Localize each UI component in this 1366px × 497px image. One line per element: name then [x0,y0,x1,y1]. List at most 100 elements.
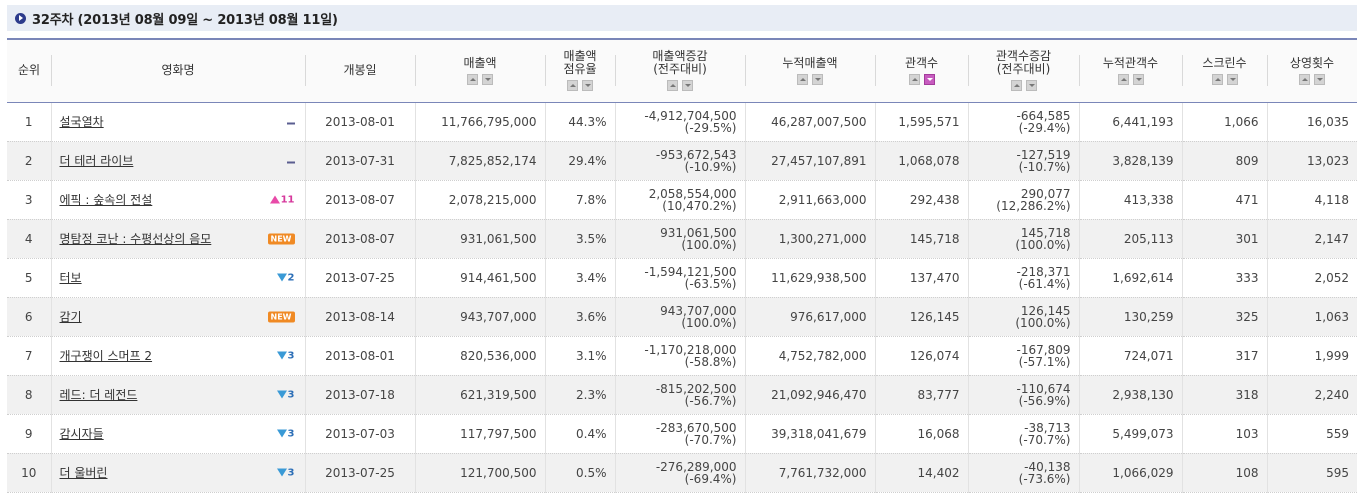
movie-title-link[interactable]: 더 울버린 [60,466,108,480]
cell-screens: 471 [1182,180,1268,220]
table-row: 5 터보 2 2013-07-25 914,461,500 3.4% -1,594,121,… [7,258,1357,298]
cell-shows: 2,052 [1267,258,1357,298]
sort-asc-icon[interactable] [467,73,478,85]
cell-cum-audience: 6,441,193 [1079,102,1183,142]
cell-movie: 레드: 더 레전드 3 [51,375,306,415]
cell-release: 2013-07-03 [305,414,416,454]
cell-audience: 14,402 [875,453,969,493]
new-badge: NEW [267,311,295,322]
cell-sales: 2,078,215,000 [415,180,546,220]
cell-movie: 더 울버린 3 [51,453,306,493]
header-sales-change: 매출액증감 (전주대비) [615,38,745,103]
sort-asc-icon[interactable] [1010,80,1022,92]
cell-share: 0.5% [545,453,616,493]
sort-desc-icon[interactable] [482,73,493,85]
movie-title-link[interactable]: 개구쟁이 스머프 2 [60,349,153,363]
sort-asc-icon[interactable] [667,80,678,92]
rank-change: 3 [276,428,295,439]
cell-audience: 1,068,078 [875,141,969,181]
sort-asc-icon[interactable] [1299,73,1310,85]
sort-desc-icon[interactable] [1314,73,1325,85]
cell-audience-change: 290,077 (12,286.2%) [968,180,1080,220]
cell-audience: 1,595,571 [875,102,969,142]
cell-cum-sales: 2,911,663,000 [745,180,876,220]
cell-audience: 137,470 [875,258,969,298]
movie-title-link[interactable]: 레드: 더 레전드 [60,388,138,402]
cell-rank: 4 [7,219,52,259]
cell-screens: 317 [1182,336,1268,376]
movie-title-link[interactable]: 명탐정 코난 : 수평선상의 음모 [60,232,212,246]
rank-change: NEW [267,311,295,322]
header-audience: 관객수 [875,38,968,103]
table-row: 4 명탐정 코난 : 수평선상의 음모 NEW 2013-08-07 931,061,5… [7,219,1357,259]
cell-release: 2013-07-31 [305,141,416,181]
cell-screens: 301 [1182,219,1268,259]
movie-title-link[interactable]: 감기 [60,310,82,324]
sort-desc-icon[interactable] [582,80,593,92]
cell-audience-change: -664,585 (-29.4%) [968,102,1080,142]
movie-title-link[interactable]: 설국열차 [60,115,104,129]
table-row: 1 설국열차 2013-08-01 11,766,795,000 44.3% -4,912… [7,102,1357,142]
sort-desc-icon[interactable] [1226,73,1238,85]
boxoffice-table: 순위 영화명 개봉일 매출액 매출액 점유율 매출액증감 (전주대비) 누적매출액 … [7,38,1357,493]
cell-sales: 820,536,000 [415,336,546,376]
cell-sales: 943,707,000 [415,297,546,337]
header-cum-audience: 누적관객수 [1079,38,1182,103]
cell-release: 2013-08-01 [305,102,416,142]
cell-shows: 559 [1267,414,1357,454]
cell-share: 0.4% [545,414,616,454]
rank-change [286,116,295,127]
sort-asc-icon[interactable] [567,80,578,92]
cell-movie: 명탐정 코난 : 수평선상의 음모 NEW [51,219,306,259]
table-row: 10 더 울버린 3 2013-07-25 121,700,500 0.5% -276,28… [7,453,1357,493]
cell-screens: 333 [1182,258,1268,298]
cell-sales-change: -815,202,500 (-56.7%) [615,375,746,415]
sort-asc-icon[interactable] [1211,73,1223,85]
cell-sales-change: -276,289,000 (-69.4%) [615,453,746,493]
rank-change [286,155,295,166]
sort-asc-icon[interactable] [797,73,808,85]
header-movie: 영화명 [51,38,305,103]
sort-desc-icon[interactable] [812,73,823,85]
movie-title-link[interactable]: 에픽 : 숲속의 전설 [60,193,153,207]
header-audience-change: 관객수증감 (전주대비) [968,38,1079,103]
play-bullet-icon [15,12,26,24]
cell-shows: 16,035 [1267,102,1357,142]
sort-desc-icon[interactable] [1025,80,1037,92]
cell-rank: 8 [7,375,52,415]
cell-rank: 3 [7,180,52,220]
cell-cum-audience: 1,066,029 [1079,453,1183,493]
cell-rank: 9 [7,414,52,454]
rank-change: 2 [276,272,295,283]
cell-screens: 325 [1182,297,1268,337]
cell-cum-audience: 130,259 [1079,297,1183,337]
cell-audience-change: 145,718 (100.0%) [968,219,1080,259]
cell-shows: 4,118 [1267,180,1357,220]
cell-audience-change: -127,519 (-10.7%) [968,141,1080,181]
cell-release: 2013-08-01 [305,336,416,376]
sort-asc-icon[interactable] [1117,73,1129,85]
movie-title-link[interactable]: 터보 [60,271,82,285]
cell-share: 7.8% [545,180,616,220]
sort-desc-icon[interactable] [1132,73,1144,85]
cell-sales: 121,700,500 [415,453,546,493]
cell-cum-sales: 27,457,107,891 [745,141,876,181]
sort-desc-active-icon[interactable] [923,73,935,85]
sort-asc-icon[interactable] [908,73,920,85]
sort-desc-icon[interactable] [682,80,693,92]
movie-title-link[interactable]: 감시자들 [60,427,104,441]
cell-shows: 13,023 [1267,141,1357,181]
cell-sales: 914,461,500 [415,258,546,298]
header-rank: 순위 [7,38,51,103]
movie-title-link[interactable]: 더 테러 라이브 [60,154,134,168]
rank-down-icon [276,429,287,437]
rank-change: 11 [269,194,295,205]
cell-sales-change: -953,672,543 (-10.9%) [615,141,746,181]
cell-audience-change: -40,138 (-73.6%) [968,453,1080,493]
cell-audience-change: -38,713 (-70.7%) [968,414,1080,454]
cell-share: 29.4% [545,141,616,181]
cell-release: 2013-07-25 [305,453,416,493]
cell-cum-audience: 205,113 [1079,219,1183,259]
cell-cum-sales: 4,752,782,000 [745,336,876,376]
no-change-icon [286,161,295,163]
